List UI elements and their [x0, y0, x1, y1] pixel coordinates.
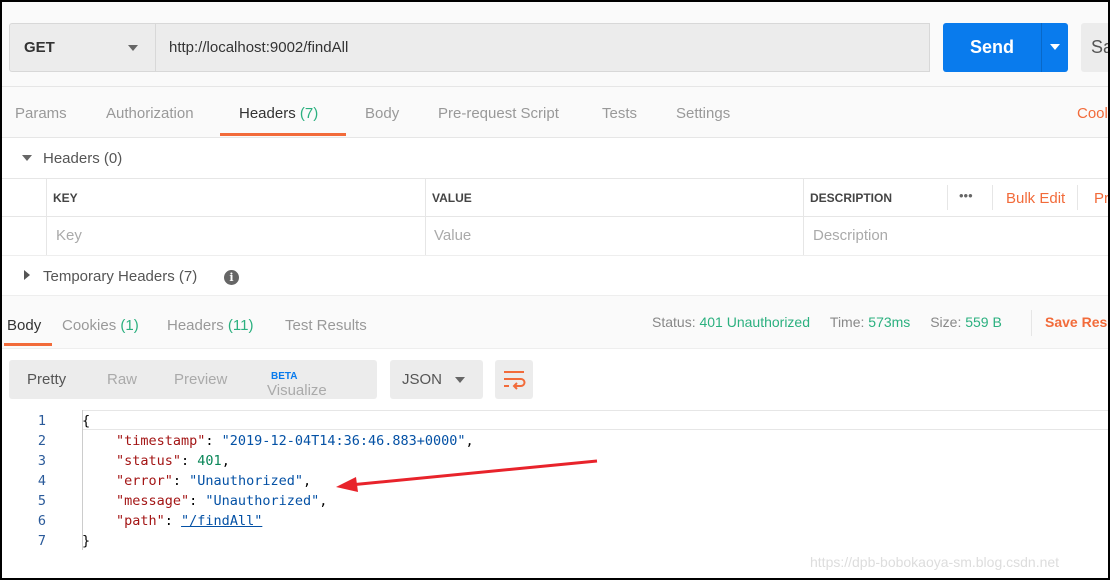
watermark: https://dpb-bobokaoya-sm.blog.csdn.net — [810, 554, 1060, 570]
chevron-down-icon — [128, 45, 138, 51]
column-value: VALUE — [432, 191, 472, 205]
tab-settings[interactable]: Settings — [676, 105, 730, 122]
description-input[interactable]: Description — [813, 227, 888, 244]
send-options-button[interactable] — [1041, 23, 1068, 72]
tab-pre-request-script[interactable]: Pre-request Script — [438, 105, 559, 122]
view-mode-selector: Pretty Raw Preview Visualize BETA — [9, 360, 377, 399]
chevron-down-icon — [455, 377, 465, 383]
url-input[interactable]: http://localhost:9002/findAll — [155, 23, 930, 72]
tab-params[interactable]: Params — [15, 105, 67, 122]
chevron-down-icon — [1050, 44, 1060, 50]
response-tab-cookies[interactable]: Cookies (1) — [62, 317, 139, 334]
value-input[interactable]: Value — [434, 227, 471, 244]
headers-section-title[interactable]: Headers (0) — [43, 150, 122, 167]
time-value: 573ms — [868, 314, 911, 330]
tab-tests[interactable]: Tests — [602, 105, 637, 122]
size-value: 559 B — [965, 314, 1002, 330]
tab-body[interactable]: Body — [365, 105, 399, 122]
key-input[interactable]: Key — [56, 227, 82, 244]
path-link[interactable]: "/findAll" — [181, 513, 262, 529]
collapse-icon[interactable] — [22, 155, 32, 161]
save-response-button[interactable]: Save Res — [1045, 314, 1107, 330]
status-value: 401 Unauthorized — [699, 314, 811, 330]
save-button[interactable]: Sa — [1081, 23, 1108, 72]
response-meta: Status: 401 Unauthorized Time: 573ms Siz… — [652, 314, 1002, 330]
beta-badge: BETA — [271, 371, 298, 382]
wrap-icon — [504, 371, 526, 390]
response-tab-body[interactable]: Body — [7, 317, 41, 334]
view-preview[interactable]: Preview — [174, 371, 227, 388]
view-visualize[interactable]: Visualize BETA — [267, 371, 327, 399]
cookies-link[interactable]: Cool — [1077, 105, 1108, 122]
view-raw[interactable]: Raw — [107, 371, 137, 388]
column-description: DESCRIPTION — [810, 191, 893, 205]
view-pretty[interactable]: Pretty — [27, 371, 66, 388]
postman-window: GET http://localhost:9002/findAll Send S… — [2, 2, 1108, 578]
annotation-arrow — [336, 459, 598, 492]
method-select[interactable]: GET — [9, 23, 155, 72]
response-tab-headers[interactable]: Headers (11) — [167, 317, 253, 334]
presets-link[interactable]: Pr — [1094, 190, 1108, 207]
format-select[interactable]: JSON — [390, 360, 483, 399]
bulk-edit-link[interactable]: Bulk Edit — [1006, 190, 1065, 207]
send-button[interactable]: Send — [943, 23, 1041, 72]
temporary-headers-title[interactable]: Temporary Headers (7) — [43, 268, 197, 285]
wrap-lines-button[interactable] — [495, 360, 533, 399]
more-options-icon[interactable]: ••• — [959, 188, 973, 203]
expand-icon[interactable] — [24, 270, 30, 280]
response-tab-test-results[interactable]: Test Results — [285, 317, 367, 334]
active-tab-indicator — [220, 133, 346, 136]
info-icon[interactable]: i — [224, 270, 239, 285]
tab-headers[interactable]: Headers (7) — [239, 105, 318, 122]
tab-authorization[interactable]: Authorization — [106, 105, 194, 122]
active-response-tab-indicator — [4, 343, 52, 346]
column-key: KEY — [53, 191, 78, 205]
